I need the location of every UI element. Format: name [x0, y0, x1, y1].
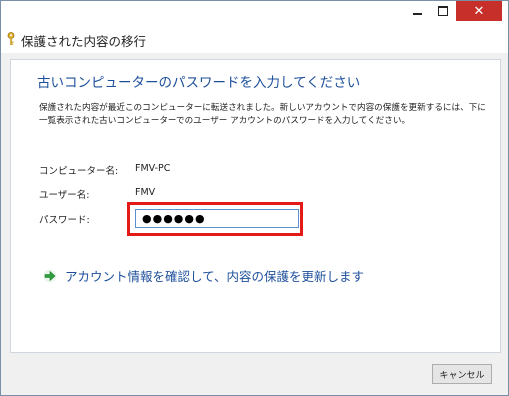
minimize-button[interactable] [404, 1, 430, 21]
update-protection-link[interactable]: アカウント情報を確認して、内容の保護を更新します [43, 266, 364, 285]
dialog-window: ✕ 保護された内容の移行 古いコンピューターのパスワードを入力してください 保護… [0, 0, 509, 396]
close-icon: ✕ [473, 3, 485, 19]
password-label: パスワード: [39, 215, 90, 226]
minimize-icon [412, 13, 422, 15]
update-protection-label: アカウント情報を確認して、内容の保護を更新します [65, 269, 365, 284]
content-panel: 古いコンピューターのパスワードを入力してください 保護された内容が最近このコンピ… [10, 59, 501, 353]
description-text: 保護された内容が最近このコンピューターに転送されました。新しいアカウントで内容の… [39, 103, 486, 126]
title-bar: ✕ [1, 1, 508, 25]
dialog-header: 保護された内容の移行 [1, 25, 508, 53]
password-field[interactable]: ●●●●●● [135, 209, 299, 228]
green-arrow-icon [43, 269, 57, 282]
computer-name-label: コンピューター名: [39, 166, 119, 177]
user-name-value: FMV [135, 187, 156, 198]
maximize-button[interactable] [430, 1, 456, 21]
window-title: 保護された内容の移行 [21, 34, 147, 49]
user-name-label: ユーザー名: [39, 190, 90, 201]
page-heading: 古いコンピューターのパスワードを入力してください [37, 75, 361, 91]
close-button[interactable]: ✕ [456, 1, 502, 21]
computer-name-value: FMV-PC [135, 163, 171, 174]
maximize-icon [438, 6, 448, 16]
window-controls: ✕ [404, 1, 502, 23]
key-icon [7, 32, 15, 45]
cancel-button[interactable]: キャンセル [432, 364, 492, 384]
